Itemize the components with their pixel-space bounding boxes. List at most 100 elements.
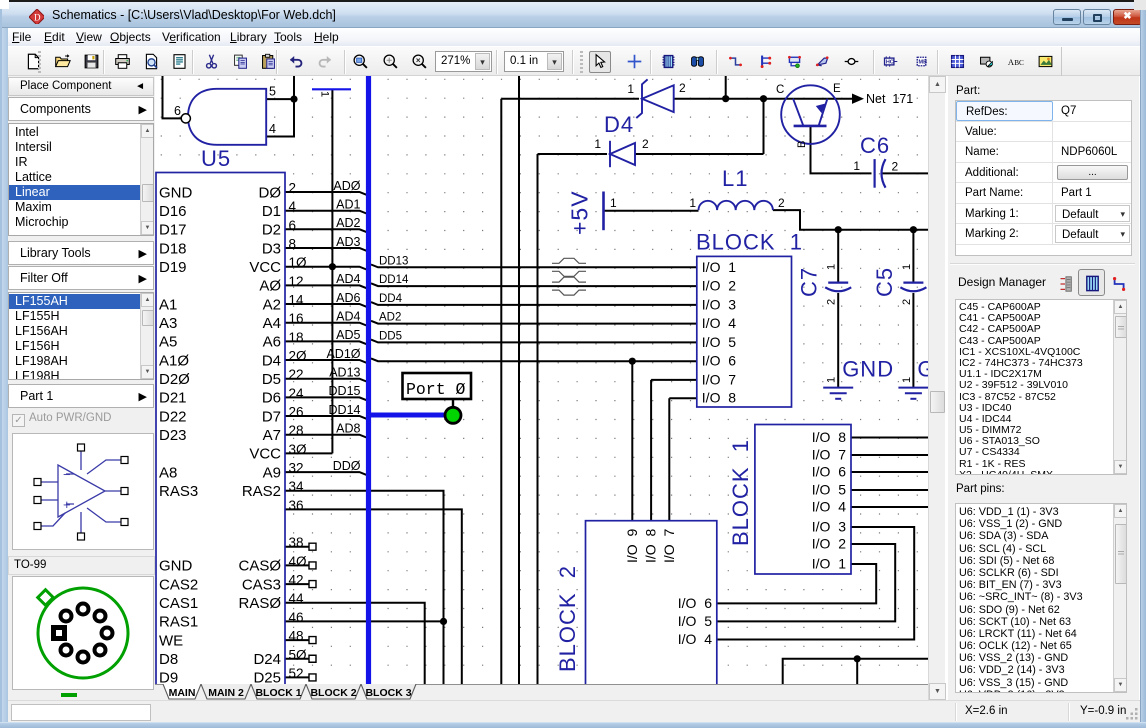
- svg-text:A4: A4: [263, 315, 281, 332]
- svg-text:1: 1: [901, 264, 913, 270]
- svg-text:48: 48: [289, 629, 304, 644]
- svg-text:AØ: AØ: [259, 278, 281, 295]
- svg-text:I/O 7: I/O 7: [812, 447, 846, 463]
- svg-text:Net 171: Net 171: [866, 92, 913, 106]
- svg-text:1: 1: [610, 196, 617, 210]
- svg-text:1: 1: [689, 196, 696, 210]
- svg-text:AD2: AD2: [379, 312, 401, 324]
- svg-text:44: 44: [289, 591, 305, 606]
- svg-text:BLOCK 2: BLOCK 2: [555, 565, 580, 672]
- svg-text:34: 34: [289, 479, 305, 494]
- svg-text:BLOCK 1: BLOCK 1: [255, 687, 301, 699]
- svg-text:+5V: +5V: [567, 190, 593, 235]
- svg-text:AD13: AD13: [329, 366, 360, 380]
- svg-text:BC: BC: [1014, 59, 1024, 67]
- svg-text:RAS3: RAS3: [159, 483, 198, 500]
- svg-text:DD14: DD14: [379, 274, 409, 286]
- svg-text:4: 4: [289, 199, 297, 214]
- svg-text:AD3: AD3: [336, 235, 360, 249]
- svg-text:I/O 6: I/O 6: [702, 353, 736, 369]
- svg-text:I/O 4: I/O 4: [678, 631, 712, 647]
- svg-text:D24: D24: [253, 651, 281, 668]
- svg-text:D25: D25: [253, 670, 281, 684]
- svg-text:3Ø: 3Ø: [289, 442, 308, 457]
- svg-text:1: 1: [627, 82, 634, 96]
- svg-text:I/O 6: I/O 6: [812, 464, 846, 480]
- svg-text:BLOCK 3: BLOCK 3: [365, 687, 411, 699]
- svg-text:D8: D8: [159, 651, 178, 668]
- svg-text:1: 1: [853, 159, 860, 173]
- svg-text:D: D: [34, 13, 41, 23]
- svg-text:MAIN 2: MAIN 2: [208, 687, 244, 699]
- svg-text:2: 2: [778, 196, 785, 210]
- svg-text:U5: U5: [201, 146, 231, 171]
- svg-text:4Ø: 4Ø: [289, 554, 308, 569]
- svg-text:E: E: [833, 83, 841, 95]
- svg-text:DD5: DD5: [379, 330, 402, 342]
- svg-text:D4: D4: [604, 112, 634, 137]
- svg-text:12: 12: [289, 274, 304, 289]
- svg-text:I/O 2: I/O 2: [702, 278, 736, 294]
- svg-text:36: 36: [289, 498, 304, 513]
- svg-text:A3: A3: [159, 315, 177, 332]
- svg-text:2: 2: [826, 299, 838, 305]
- svg-text:A2: A2: [263, 296, 281, 313]
- svg-text:I/O 1: I/O 1: [702, 259, 736, 275]
- svg-text:GND: GND: [842, 357, 894, 382]
- svg-text:L1: L1: [722, 166, 748, 191]
- svg-text:1: 1: [901, 377, 913, 383]
- svg-text:BLOCK 1: BLOCK 1: [728, 439, 753, 546]
- svg-text:DD15: DD15: [329, 384, 361, 398]
- svg-text:DD14: DD14: [329, 403, 361, 417]
- svg-text:C6: C6: [860, 133, 890, 158]
- svg-text:BLOCK 1: BLOCK 1: [696, 230, 803, 255]
- svg-text:GND: GND: [159, 558, 193, 575]
- svg-text:CAS2: CAS2: [159, 576, 198, 593]
- svg-text:MAIN: MAIN: [169, 687, 196, 699]
- svg-text:D2Ø: D2Ø: [159, 371, 190, 388]
- svg-text:D4: D4: [262, 352, 281, 369]
- svg-text:26: 26: [289, 405, 304, 420]
- svg-text:D21: D21: [159, 390, 187, 407]
- svg-text:I/O 7: I/O 7: [661, 529, 677, 563]
- svg-text:AD2: AD2: [336, 216, 360, 230]
- svg-text:D2: D2: [262, 222, 281, 239]
- svg-text:18: 18: [289, 330, 304, 345]
- svg-text:BLOCK 2: BLOCK 2: [310, 687, 356, 699]
- svg-text:I/O 9: I/O 9: [624, 529, 640, 563]
- svg-text:VCC: VCC: [249, 259, 281, 276]
- svg-text:AD4: AD4: [336, 272, 360, 286]
- svg-text:A9: A9: [263, 464, 281, 481]
- svg-text:CASØ: CASØ: [238, 558, 281, 575]
- svg-text:14: 14: [289, 293, 305, 308]
- svg-text:A7: A7: [263, 427, 281, 444]
- svg-text:1: 1: [826, 377, 838, 383]
- svg-text:28: 28: [289, 423, 304, 438]
- svg-text:D5: D5: [262, 371, 281, 388]
- svg-text:C: C: [776, 84, 784, 96]
- svg-text:I/O 5: I/O 5: [702, 334, 736, 350]
- svg-text:D16: D16: [159, 203, 187, 220]
- svg-text:2: 2: [892, 160, 899, 174]
- svg-text:D1: D1: [262, 203, 281, 220]
- svg-text:HC: HC: [886, 60, 894, 66]
- svg-text:C5: C5: [872, 267, 897, 297]
- svg-text:+: +: [63, 497, 71, 512]
- svg-text:D7: D7: [262, 408, 281, 425]
- svg-text:RASØ: RASØ: [238, 595, 281, 612]
- svg-text:C7: C7: [797, 267, 822, 297]
- svg-text:DDØ: DDØ: [333, 459, 361, 473]
- svg-text:AD5: AD5: [336, 328, 360, 342]
- svg-text:42: 42: [289, 573, 304, 588]
- svg-text:I/O 6: I/O 6: [678, 595, 712, 611]
- svg-text:B: B: [796, 141, 808, 148]
- svg-text:2: 2: [289, 181, 297, 196]
- svg-text:5Ø: 5Ø: [289, 647, 308, 662]
- svg-text:A5: A5: [159, 334, 177, 351]
- svg-text:D19: D19: [159, 259, 187, 276]
- svg-text:1: 1: [319, 91, 331, 97]
- svg-text:A1Ø: A1Ø: [159, 352, 189, 369]
- svg-text:46: 46: [289, 610, 304, 625]
- svg-text:I/O 4: I/O 4: [702, 315, 736, 331]
- svg-text:22: 22: [289, 367, 304, 382]
